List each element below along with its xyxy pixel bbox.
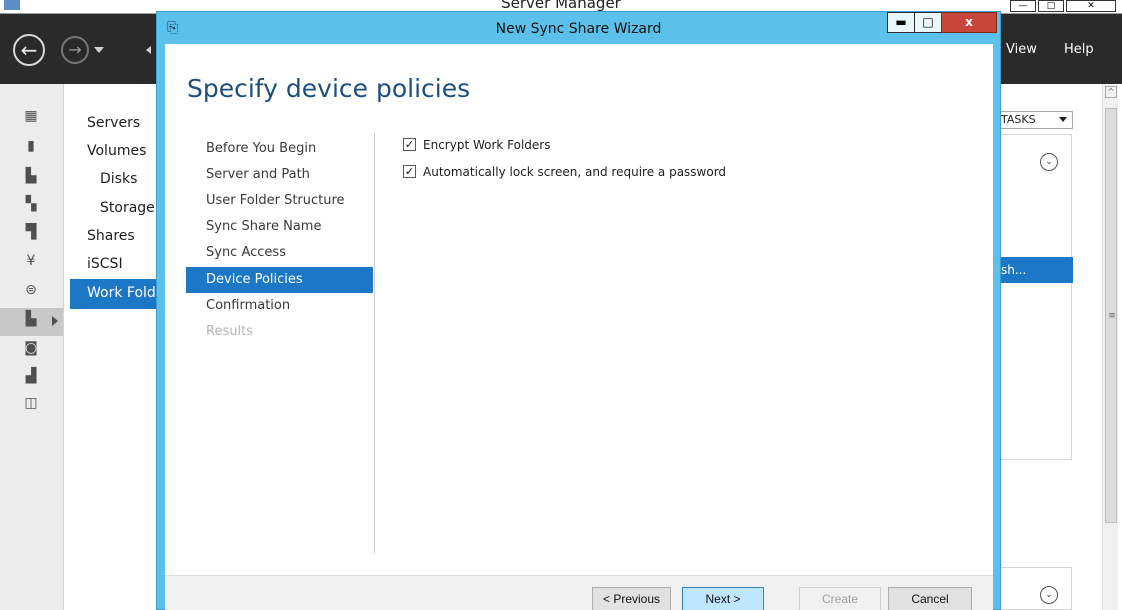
nav-work-folders[interactable]: Work Fold: [87, 285, 156, 301]
wizard-close-button[interactable]: x: [941, 12, 997, 33]
scroll-thumb[interactable]: ≡: [1105, 108, 1117, 523]
dashboard-icon[interactable]: ▦: [24, 109, 38, 124]
steps-divider: [374, 132, 375, 554]
tasks-dropdown-arrow-icon: [1059, 117, 1067, 122]
page-title: Specify device policies: [187, 74, 471, 103]
step-before-you-begin[interactable]: Before You Begin: [186, 136, 373, 162]
sm-minimize-button[interactable]: —: [1010, 0, 1036, 12]
dns-icon[interactable]: ¥: [24, 254, 38, 269]
nav-servers[interactable]: Servers: [87, 115, 140, 131]
remote-access-icon[interactable]: ▟: [24, 369, 38, 384]
nav-disks[interactable]: Disks: [100, 171, 137, 187]
collapse-chevron-icon[interactable]: ⌄: [1040, 153, 1058, 171]
local-server-icon[interactable]: ▮: [24, 139, 38, 154]
step-sync-share-name[interactable]: Sync Share Name: [186, 214, 373, 240]
wizard-button-bar: < Previous Next > Create Cancel: [165, 575, 993, 610]
file-storage-nav: Servers Volumes Disks Storage Shares iSC…: [65, 84, 165, 610]
wizard-maximize-button[interactable]: □: [914, 12, 942, 33]
lower-panel: ⌄: [996, 567, 1072, 610]
nav-storage-pools[interactable]: Storage: [100, 200, 155, 216]
menu-view[interactable]: View: [1006, 42, 1037, 57]
all-servers-icon[interactable]: ▙: [24, 169, 38, 184]
breadcrumb-arrow-icon: [146, 46, 151, 54]
encrypt-checkbox[interactable]: ✓: [403, 138, 416, 151]
encrypt-label[interactable]: Encrypt Work Folders: [423, 137, 551, 153]
sync-shares-panel: ⌄ sh...: [996, 134, 1073, 460]
print-services-icon[interactable]: ◙: [24, 341, 38, 356]
nav-history-dropdown-icon[interactable]: [94, 47, 104, 53]
sync-share-row-selected[interactable]: sh...: [997, 257, 1073, 283]
step-sync-access[interactable]: Sync Access: [186, 240, 373, 266]
auto-lock-label[interactable]: Automatically lock screen, and require a…: [423, 164, 726, 180]
wizard-minimize-button[interactable]: ▬: [887, 12, 915, 33]
step-device-policies[interactable]: Device Policies: [186, 267, 373, 293]
step-server-and-path[interactable]: Server and Path: [186, 162, 373, 188]
lower-panel-chevron-icon[interactable]: ⌄: [1040, 586, 1058, 604]
scroll-up-arrow-icon[interactable]: ^: [1105, 86, 1117, 98]
step-results: Results: [206, 324, 253, 339]
create-button: Create: [799, 587, 881, 610]
iis-icon[interactable]: ⊜: [24, 283, 38, 298]
wizard-client-area: Specify device policies Before You Begin…: [165, 44, 993, 610]
scroll-grip-icon: ≡: [1108, 311, 1116, 321]
work-folders-content-area: TASKS ⌄ sh... ⌄ ^ ≡: [996, 84, 1122, 610]
sm-maximize-button[interactable]: □: [1038, 0, 1064, 12]
forward-arrow-icon[interactable]: →: [61, 36, 89, 64]
wizard-title: New Sync Share Wizard: [495, 21, 662, 37]
wsus-icon[interactable]: ◫: [24, 396, 38, 411]
step-user-folder-structure[interactable]: User Folder Structure: [186, 188, 373, 214]
menu-help[interactable]: Help: [1064, 42, 1094, 57]
vertical-scrollbar[interactable]: ^ ≡: [1102, 84, 1118, 610]
role-icon-strip: ▦ ▮ ▙ ▚ ▜ ¥ ⊜ ▙ ◙ ▟ ◫: [0, 84, 64, 610]
nav-iscsi[interactable]: iSCSI: [87, 256, 123, 272]
new-sync-share-wizard: ⎘ New Sync Share Wizard ▬ □ x Specify de…: [156, 11, 1001, 610]
ad-ds-icon[interactable]: ▜: [24, 225, 38, 240]
sm-close-button[interactable]: ✕: [1066, 0, 1116, 12]
cancel-button[interactable]: Cancel: [888, 587, 972, 610]
step-confirmation[interactable]: Confirmation: [186, 293, 373, 319]
tasks-dropdown[interactable]: TASKS: [996, 111, 1073, 129]
nav-shares[interactable]: Shares: [87, 228, 135, 244]
nav-volumes[interactable]: Volumes: [87, 143, 146, 159]
wizard-titlebar[interactable]: ⎘ New Sync Share Wizard ▬ □ x: [157, 12, 1000, 44]
previous-button[interactable]: < Previous: [592, 587, 671, 610]
ad-cs-icon[interactable]: ▚: [24, 197, 38, 212]
next-button[interactable]: Next >: [682, 587, 764, 610]
file-storage-icon[interactable]: ▙: [24, 312, 38, 327]
back-arrow-icon[interactable]: ←: [13, 34, 45, 66]
tasks-label: TASKS: [1001, 113, 1036, 126]
auto-lock-checkbox[interactable]: ✓: [403, 165, 416, 178]
expand-arrow-icon[interactable]: [52, 316, 58, 326]
